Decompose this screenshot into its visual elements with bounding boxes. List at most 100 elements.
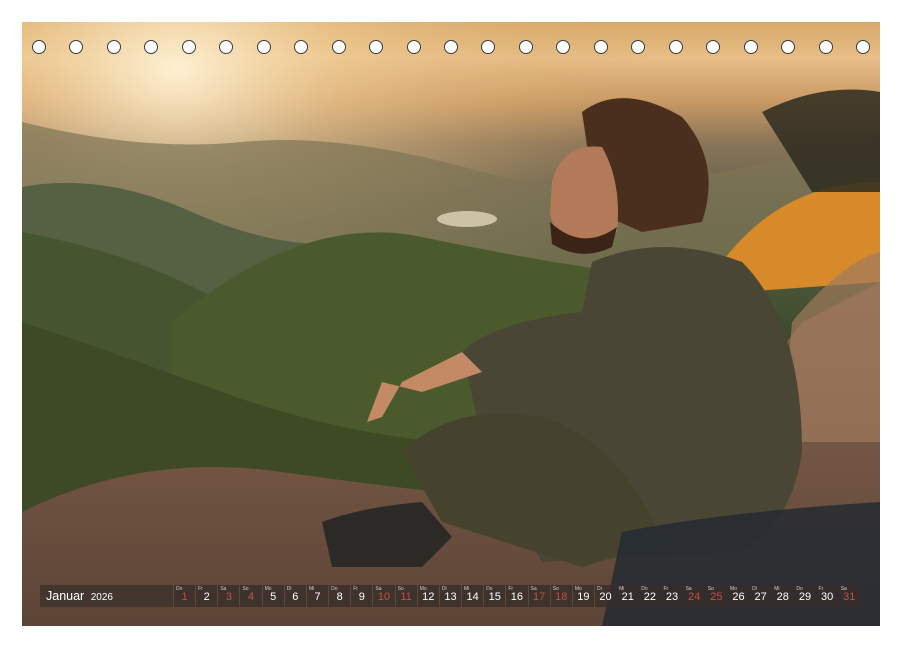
day-cell: Mo 12 — [417, 585, 439, 607]
day-number: 7 — [314, 591, 321, 603]
weekday-abbrev: Mo — [419, 586, 427, 592]
weekday-abbrev: So — [242, 586, 249, 592]
day-cell: So 25 — [705, 585, 727, 607]
day-number: 22 — [643, 591, 656, 603]
binding-hole — [631, 40, 646, 54]
binding-hole — [706, 40, 721, 54]
weekday-abbrev: Di — [596, 586, 602, 592]
day-cell: Di 13 — [439, 585, 462, 607]
month-label: Januar 2026 — [40, 585, 173, 607]
day-cell: Sa 17 — [528, 585, 550, 607]
binding-hole — [32, 40, 46, 54]
day-cell: Sa 3 — [218, 585, 240, 607]
weekday-abbrev: Sa — [375, 586, 382, 592]
weekday-abbrev: Fr — [198, 586, 203, 592]
weekday-abbrev: Sa — [685, 586, 692, 592]
day-cell: Fr 30 — [816, 585, 838, 607]
day-number: 21 — [621, 591, 634, 603]
day-cell: Mo 5 — [262, 585, 284, 607]
binding-hole — [518, 40, 533, 54]
day-number: 28 — [776, 591, 789, 603]
month-name: Januar — [46, 589, 85, 603]
day-number: 24 — [688, 591, 701, 603]
day-number: 17 — [532, 591, 546, 603]
day-cell: So 18 — [550, 585, 572, 607]
weekday-abbrev: Mo — [264, 586, 272, 592]
weekday-abbrev: Mi — [308, 586, 315, 592]
day-number: 25 — [710, 591, 723, 603]
day-cell: Mi 28 — [772, 585, 794, 607]
weekday-abbrev: So — [397, 586, 404, 592]
binding-hole — [855, 40, 870, 54]
day-number: 30 — [820, 591, 834, 603]
day-cell: Di 20 — [594, 585, 617, 607]
binding-hole — [219, 40, 234, 54]
day-number: 19 — [577, 591, 590, 603]
weekday-abbrev: Di — [752, 586, 757, 592]
day-cell: Mi 14 — [462, 585, 484, 607]
day-cell: So 11 — [395, 585, 417, 607]
day-number: 3 — [225, 591, 232, 603]
day-number: 10 — [377, 591, 391, 603]
day-cell: Sa 24 — [683, 585, 705, 607]
day-cell: Do 29 — [794, 585, 816, 607]
day-cell: Do 8 — [329, 585, 351, 607]
binding-hole — [781, 40, 796, 54]
day-number: 15 — [488, 591, 501, 603]
binding-hole — [69, 40, 84, 54]
day-cell: Do 15 — [484, 585, 506, 607]
day-number: 4 — [247, 591, 255, 603]
day-number: 16 — [510, 591, 524, 603]
weekday-abbrev: So — [707, 586, 714, 592]
day-cell: Mo 19 — [572, 585, 594, 607]
day-number: 13 — [444, 591, 457, 603]
day-number: 1 — [181, 591, 188, 603]
day-cell: Mi 21 — [617, 585, 639, 607]
day-cell: Fr 23 — [661, 585, 683, 607]
day-number: 14 — [466, 591, 479, 603]
weekday-abbrev: Di — [441, 586, 447, 592]
binding-hole — [406, 40, 421, 54]
calendar-strip: Januar 2026 Do 1 Fr 2 Sa 3 So 4 Mo 5 Di 6 Mi 7 Do 8 Fr 9 S… — [40, 585, 860, 607]
day-cell: Mi 7 — [306, 585, 329, 607]
weekday-abbrev: Do — [331, 586, 338, 592]
weekday-abbrev: So — [552, 586, 559, 592]
day-number: 6 — [292, 591, 299, 603]
weekday-abbrev: Fr — [508, 586, 514, 592]
day-number: 26 — [732, 591, 745, 603]
binding-holes — [32, 37, 870, 57]
day-number: 27 — [754, 591, 767, 603]
day-number: 18 — [555, 591, 568, 603]
weekday-abbrev: Di — [286, 586, 292, 592]
weekday-abbrev: Mi — [464, 586, 470, 592]
day-cell: Sa 10 — [373, 585, 395, 607]
day-cell: Do 1 — [174, 585, 196, 607]
calendar-page: Januar 2026 Do 1 Fr 2 Sa 3 So 4 Mo 5 Di 6 Mi 7 Do 8 Fr 9 S… — [22, 22, 880, 626]
landscape-photo — [22, 22, 880, 626]
binding-hole — [294, 40, 309, 54]
year-label: 2026 — [90, 592, 113, 603]
binding-hole — [144, 40, 159, 54]
weekday-abbrev: Mo — [729, 586, 737, 592]
day-number: 31 — [843, 591, 856, 603]
binding-hole — [818, 40, 833, 54]
binding-hole — [106, 40, 121, 54]
weekday-abbrev: Sa — [840, 586, 847, 592]
binding-hole — [481, 40, 496, 54]
weekday-abbrev: Sa — [220, 586, 227, 592]
day-number: 23 — [665, 591, 679, 603]
binding-hole — [331, 40, 346, 54]
day-number: 9 — [358, 591, 365, 603]
day-cell: Di 27 — [750, 585, 772, 607]
day-cell: Fr 16 — [506, 585, 528, 607]
day-cell: Fr 9 — [351, 585, 373, 607]
binding-hole — [256, 40, 271, 54]
binding-hole — [743, 40, 758, 54]
day-number: 29 — [798, 591, 812, 603]
day-cell: Sa 31 — [838, 585, 860, 607]
day-cell: Do 22 — [639, 585, 661, 607]
weekday-abbrev: Do — [176, 586, 183, 592]
binding-hole — [556, 40, 571, 54]
weekday-abbrev: Do — [796, 586, 803, 592]
day-cell: Fr 2 — [196, 585, 218, 607]
